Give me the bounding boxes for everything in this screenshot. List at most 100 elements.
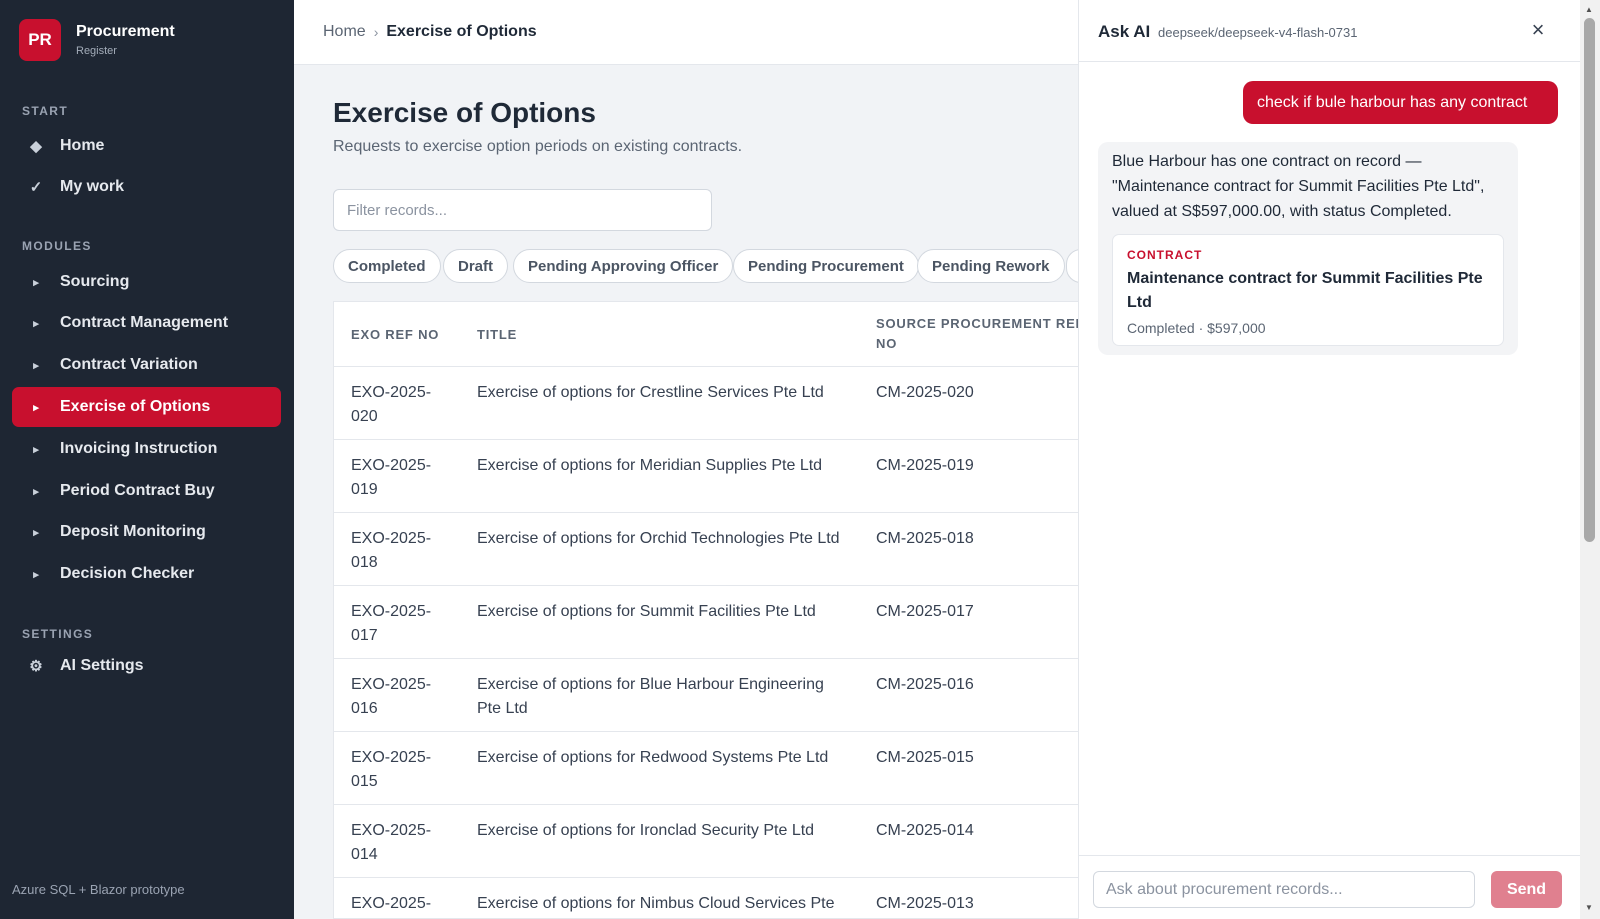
cell-ref-line2: 020 [351,408,378,425]
cell-source-ref: CM-2025-016 [876,676,974,693]
send-button[interactable]: Send [1491,871,1562,908]
sidebar-item-deposit-monitoring[interactable]: ▸ Deposit Monitoring [12,512,281,552]
sidebar-item-label: Decision Checker [60,565,195,582]
column-header-ref[interactable]: EXO REF NO [351,325,439,345]
breadcrumb: Home › Exercise of Options [323,23,537,41]
column-header-source-ref-line2: NO [876,336,898,351]
ask-ai-footer: Send [1079,855,1580,919]
table-row[interactable]: EXO-2025- 016 Exercise of options for Blu… [334,659,1078,732]
caret-right-icon: ▸ [33,276,39,289]
brand-subtitle: Register [76,45,117,57]
cell-source-ref: CM-2025-018 [876,530,974,547]
table-header: EXO REF NO TITLE SOURCE PROCUREMENT REF … [334,302,1078,367]
page-subtitle: Requests to exercise option periods on e… [333,138,743,155]
brand-logo: PR [19,19,61,61]
ask-ai-title: Ask AI [1098,22,1151,41]
sidebar-item-exercise-of-options[interactable]: ▸ Exercise of Options [12,387,281,427]
status-chip-pending-rework[interactable]: Pending Rework [917,249,1065,283]
records-table: EXO REF NO TITLE SOURCE PROCUREMENT REF … [333,301,1078,919]
section-label-modules: MODULES [22,239,92,253]
breadcrumb-current: Exercise of Options [386,23,537,40]
cell-title: Exercise of options for Blue Harbour Eng… [477,676,824,717]
cell-ref-line1: EXO-2025- [351,384,432,401]
table-row[interactable]: EXO-2025- 020 Exercise of options for Cre… [334,367,1078,440]
sidebar-item-label: Sourcing [60,273,130,290]
sidebar-item-label: My work [60,178,125,195]
sidebar-item-sourcing[interactable]: ▸ Sourcing [12,262,281,302]
cell-ref: EXO-2025- 017 [351,600,451,648]
sidebar-item-label: Home [60,137,105,154]
cell-ref-line1: EXO-2025- [351,530,432,547]
cell-ref: EXO-2025- 014 [351,819,451,867]
caret-right-icon: ▸ [33,401,39,414]
sidebar-item-contract-management[interactable]: ▸ Contract Management [12,303,281,343]
cell-ref-line2: 016 [351,700,378,717]
cell-ref: EXO-2025- 015 [351,746,451,794]
sidebar-item-ai-settings[interactable]: ⚙ AI Settings [12,646,281,686]
scrollbar-thumb[interactable] [1584,18,1595,542]
brand-name: Procurement [76,23,175,40]
status-chip-draft[interactable]: Draft [443,249,509,283]
column-header-source-ref-line1: SOURCE PROCUREMENT REF [876,316,1078,331]
check-icon: ✓ [29,179,43,196]
cell-title: Exercise of options for Meridian Supplie… [477,457,823,474]
cell-source-ref: CM-2025-013 [876,895,974,912]
cell-ref-line2: 014 [351,846,378,863]
contract-card-title: Maintenance contract for Summit Faciliti… [1127,270,1483,311]
sidebar-item-period-contract-buy[interactable]: ▸ Period Contract Buy [12,471,281,511]
contract-card-label: CONTRACT [1127,248,1203,262]
cell-title: Exercise of options for Redwood Systems … [477,749,829,766]
ask-ai-input[interactable] [1093,871,1475,908]
sidebar: PR Procurement Register START ◆ Home ✓ M… [0,0,294,919]
sidebar-item-my-work[interactable]: ✓ My work [12,167,281,207]
filter-records-input[interactable] [333,189,712,231]
cell-title: Exercise of options for Crestline Servic… [477,384,824,401]
section-label-start: START [22,104,69,118]
cell-title: Exercise of options for Orchid Technolog… [477,530,840,547]
table-row[interactable]: EXO-2025- 019 Exercise of options for Mer… [334,440,1078,513]
table-row[interactable]: EXO-2025- 017 Exercise of options for Sum… [334,586,1078,659]
cell-source-ref: CM-2025-015 [876,749,974,766]
table-row[interactable]: EXO-2025- 015 Exercise of options for Red… [334,732,1078,805]
ask-ai-header: Ask AI deepseek/deepseek-v4-flash-0731 × [1079,0,1580,62]
sidebar-item-home[interactable]: ◆ Home [12,126,281,166]
caret-right-icon: ▸ [33,526,39,539]
sidebar-item-decision-checker[interactable]: ▸ Decision Checker [12,554,281,594]
table-row[interactable]: EXO-2025- 014 Exercise of options for Iro… [334,805,1078,878]
cell-ref-line1: EXO-2025- [351,749,432,766]
status-chip-pending-procurement[interactable]: Pending Procurement [733,249,919,283]
cell-ref-line1: EXO-2025- [351,822,432,839]
brand[interactable]: PR Procurement Register [0,0,294,61]
column-header-source-ref[interactable]: SOURCE PROCUREMENT REF NO [876,314,1078,354]
status-chip-pending-approving-officer[interactable]: Pending Approving Officer [513,249,734,283]
table-row[interactable]: EXO-2025- 018 Exercise of options for Orc… [334,513,1078,586]
contract-result-card[interactable]: CONTRACT Maintenance contract for Summit… [1112,234,1504,346]
status-chip-completed[interactable]: Completed [333,249,441,283]
sidebar-item-contract-variation[interactable]: ▸ Contract Variation [12,345,281,385]
sidebar-item-invoicing-instruction[interactable]: ▸ Invoicing Instruction [12,429,281,469]
cell-ref: EXO-2025- 016 [351,673,451,721]
sidebar-item-label: Contract Management [60,314,229,331]
breadcrumb-home-link[interactable]: Home [323,23,366,41]
scroll-down-arrow-icon[interactable]: ▼ [1585,903,1593,912]
close-icon[interactable]: × [1526,18,1550,42]
cell-title: Exercise of options for Summit Facilitie… [477,603,816,620]
column-header-title[interactable]: TITLE [477,325,517,345]
scrollbar[interactable]: ▲ ▼ [1580,0,1600,919]
ai-model-name: deepseek/deepseek-v4-flash-0731 [1158,25,1358,40]
cell-ref-line1: EXO-2025- [351,676,432,693]
cell-source-ref: CM-2025-019 [876,457,974,474]
cell-source-ref: CM-2025-017 [876,603,974,620]
cell-title: Exercise of options for Ironclad Securit… [477,822,815,839]
cell-ref: EXO-2025- [351,892,451,916]
cell-ref-line2: 017 [351,627,378,644]
breadcrumb-separator: › [373,24,379,40]
table-row[interactable]: EXO-2025- Exercise of options for Nimbus… [334,878,1078,918]
sidebar-item-label: AI Settings [60,657,144,674]
assistant-message-text: Blue Harbour has one contract on record … [1112,153,1485,220]
caret-right-icon: ▸ [33,317,39,330]
scroll-up-arrow-icon[interactable]: ▲ [1585,5,1593,14]
cell-ref-line1: EXO-2025- [351,603,432,620]
sidebar-item-label: Invoicing Instruction [60,440,218,457]
sidebar-item-label: Deposit Monitoring [60,523,206,540]
